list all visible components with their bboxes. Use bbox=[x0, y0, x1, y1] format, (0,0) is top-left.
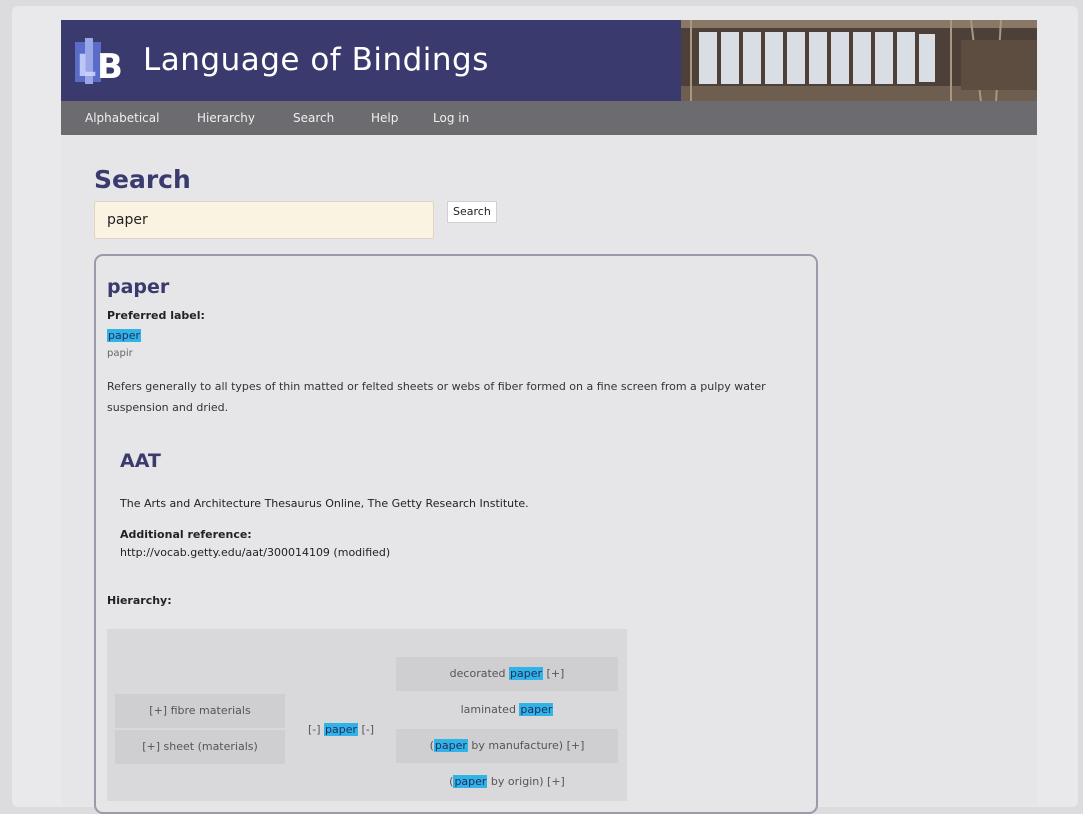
nav-alphabetical[interactable]: Alphabetical bbox=[85, 111, 159, 125]
svg-text:B: B bbox=[97, 47, 123, 86]
highlighted-term[interactable]: paper bbox=[519, 703, 554, 716]
preferred-label-heading: Preferred label: bbox=[107, 309, 205, 322]
page-title: Search bbox=[94, 165, 191, 194]
header-binding-photo bbox=[681, 20, 1037, 102]
main-nav: Alphabetical Hierarchy Search Help Log i… bbox=[61, 101, 1037, 135]
source-title: AAT bbox=[120, 450, 161, 472]
alternate-label: papir bbox=[107, 348, 133, 359]
highlighted-term[interactable]: paper bbox=[433, 739, 468, 752]
nav-login[interactable]: Log in bbox=[433, 111, 469, 125]
additional-reference-heading: Additional reference: bbox=[120, 528, 252, 541]
site-title[interactable]: Language of Bindings bbox=[143, 42, 489, 78]
hierarchy-parent[interactable]: [+] fibre materials bbox=[115, 694, 285, 728]
site-header: B L Language of Bindings bbox=[61, 20, 1037, 102]
hierarchy-child[interactable]: laminated paper bbox=[396, 693, 618, 727]
child-label-before[interactable]: laminated bbox=[461, 703, 520, 716]
svg-text:L: L bbox=[77, 49, 96, 84]
nav-help[interactable]: Help bbox=[371, 111, 398, 125]
expand-toggle[interactable]: [+] bbox=[142, 740, 160, 753]
hierarchy-child[interactable]: (paper by origin) [+] bbox=[396, 765, 618, 799]
preferred-label-value: paper bbox=[107, 329, 141, 342]
collapse-toggle[interactable]: [-] bbox=[362, 723, 375, 736]
nav-search[interactable]: Search bbox=[293, 111, 334, 125]
hierarchy-parent[interactable]: [+] sheet (materials) bbox=[115, 730, 285, 764]
term-title: paper bbox=[107, 276, 170, 298]
hierarchy-child[interactable]: decorated paper [+] bbox=[396, 657, 618, 691]
site-logo[interactable]: B L bbox=[75, 38, 127, 87]
search-input[interactable] bbox=[94, 201, 434, 239]
child-label-before[interactable]: decorated bbox=[450, 667, 509, 680]
expand-toggle[interactable]: [+] bbox=[149, 704, 167, 717]
source-description: The Arts and Architecture Thesaurus Onli… bbox=[120, 497, 529, 510]
hierarchy-heading: Hierarchy: bbox=[107, 594, 172, 607]
collapse-toggle[interactable]: [-] bbox=[308, 723, 321, 736]
hierarchy-current: [-] paper [-] bbox=[295, 720, 387, 740]
hierarchy-parent-label[interactable]: sheet (materials) bbox=[164, 740, 258, 753]
highlighted-term: paper bbox=[107, 329, 141, 342]
term-definition: Refers generally to all types of thin ma… bbox=[107, 380, 766, 414]
hierarchy-parent-label[interactable]: fibre materials bbox=[171, 704, 251, 717]
hierarchy-current-label: paper bbox=[324, 723, 358, 736]
child-label-after[interactable]: by origin) [+] bbox=[487, 775, 565, 788]
hierarchy-child[interactable]: (paper by manufacture) [+] bbox=[396, 729, 618, 763]
highlighted-term[interactable]: paper bbox=[509, 667, 544, 680]
search-button[interactable]: Search bbox=[447, 201, 497, 223]
additional-reference-link[interactable]: http://vocab.getty.edu/aat/300014109 (mo… bbox=[120, 546, 390, 559]
child-label-after[interactable]: [+] bbox=[543, 667, 565, 680]
highlighted-term[interactable]: paper bbox=[453, 775, 488, 788]
child-label-after[interactable]: by manufacture) [+] bbox=[468, 739, 584, 752]
nav-hierarchy[interactable]: Hierarchy bbox=[197, 111, 255, 125]
